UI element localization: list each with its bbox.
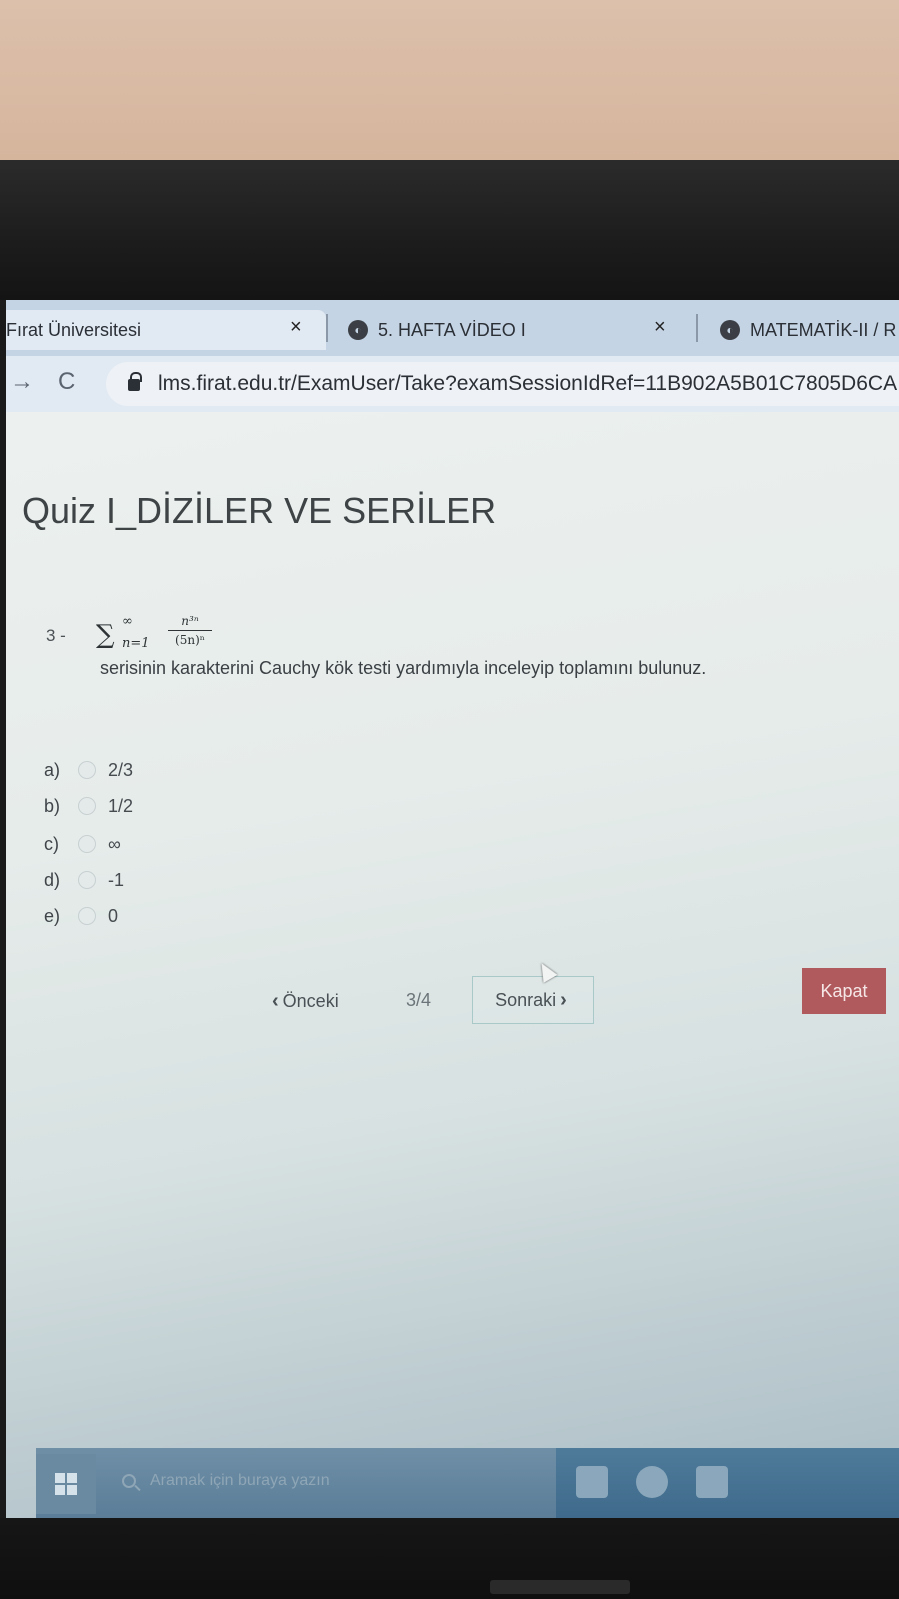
taskbar-search-input[interactable]: Aramak için buraya yazın [102, 1454, 542, 1508]
fraction-bar [168, 630, 212, 631]
tab-firat-universitesi[interactable]: Fırat Üniversitesi × [6, 310, 326, 350]
sigma-symbol: ∑ [96, 620, 115, 650]
search-placeholder: Aramak için buraya yazın [150, 1472, 330, 1489]
reload-icon[interactable]: C [58, 368, 75, 396]
answer-option-e[interactable]: e) 0 [44, 902, 118, 930]
option-letter: e) [44, 905, 61, 926]
windows-taskbar: Aramak için buraya yazın [36, 1448, 899, 1518]
radio-button[interactable] [78, 871, 96, 889]
store-icon[interactable] [696, 1466, 728, 1498]
address-bar[interactable]: lms.firat.edu.tr/ExamUser/Take?examSessi… [106, 362, 899, 406]
sum-upper-limit: ∞ [122, 614, 133, 629]
tab-label: 5. HAFTA VİDEO I [378, 319, 526, 340]
option-letter: c) [44, 833, 59, 854]
previous-label: Önceki [282, 991, 339, 1011]
option-value: 1/2 [108, 795, 134, 816]
browser-icon[interactable] [636, 1466, 668, 1498]
next-button[interactable]: Sonraki › [472, 976, 594, 1024]
option-value: ∞ [108, 833, 121, 854]
question-counter: 3/4 [406, 990, 432, 1010]
globe-icon: ◐ [348, 320, 368, 340]
chevron-left-icon: ‹ [272, 990, 279, 1012]
radio-button[interactable] [78, 907, 96, 925]
tab-separator [696, 314, 698, 342]
option-value: 0 [108, 905, 119, 926]
forward-icon[interactable]: → [10, 368, 34, 396]
page-title: Quiz I_DİZİLER VE SERİLER [22, 490, 497, 531]
tab-label: MATEMATİK-II / R [750, 319, 897, 340]
answer-option-a[interactable]: a) 2/3 [44, 756, 133, 784]
fraction-numerator: n³ⁿ [181, 614, 199, 628]
option-letter: b) [44, 795, 61, 816]
option-letter: d) [44, 869, 61, 890]
globe-icon: ◐ [720, 320, 740, 340]
answer-option-d[interactable]: d) -1 [44, 866, 124, 894]
url-text: lms.firat.edu.tr/ExamUser/Take?examSessi… [158, 372, 898, 395]
task-view-icon[interactable] [576, 1466, 608, 1498]
question-number: 3 - [46, 626, 66, 645]
answer-option-c[interactable]: c) ∞ [44, 830, 121, 858]
tab-label: Fırat Üniversitesi [6, 319, 142, 340]
option-value: 2/3 [108, 759, 134, 780]
tab-hafta-video[interactable]: ◐ 5. HAFTA VİDEO I × [334, 310, 694, 350]
question-text: serisinin karakterini Cauchy kök testi y… [100, 658, 707, 678]
monitor-bezel-top [0, 160, 899, 350]
close-icon[interactable]: × [654, 316, 666, 339]
taskbar-app-icons [556, 1448, 899, 1518]
lock-icon [128, 372, 142, 391]
answer-option-b[interactable]: b) 1/2 [44, 792, 133, 820]
browser-tab-bar: Fırat Üniversitesi × ◐ 5. HAFTA VİDEO I … [6, 300, 899, 356]
option-value: -1 [108, 869, 125, 890]
windows-start-icon[interactable] [36, 1454, 96, 1514]
tab-matematik[interactable]: ◐ MATEMATİK-II / R [706, 310, 899, 350]
radio-button[interactable] [78, 835, 96, 853]
monitor-bezel-bottom [0, 1518, 899, 1599]
radio-button[interactable] [78, 797, 96, 815]
close-quiz-button[interactable]: Kapat [802, 968, 886, 1014]
fraction: n³ⁿ (5n)ⁿ [168, 614, 212, 647]
previous-button[interactable]: ‹ Önceki [268, 990, 339, 1013]
next-label: Sonraki [495, 989, 557, 1010]
close-icon[interactable]: × [290, 316, 302, 339]
background-wall [0, 0, 899, 170]
monitor-screen: Fırat Üniversitesi × ◐ 5. HAFTA VİDEO I … [6, 300, 899, 1518]
fraction-denominator: (5n)ⁿ [175, 633, 205, 647]
search-icon [122, 1474, 136, 1488]
option-letter: a) [44, 759, 61, 780]
browser-toolbar: → C lms.firat.edu.tr/ExamUser/Take?examS… [6, 356, 899, 412]
sum-lower-limit: n=1 [122, 636, 150, 651]
tab-separator [326, 314, 328, 342]
chevron-right-icon: › [560, 988, 567, 1011]
monitor-hinge [490, 1580, 630, 1594]
radio-button[interactable] [78, 761, 96, 779]
